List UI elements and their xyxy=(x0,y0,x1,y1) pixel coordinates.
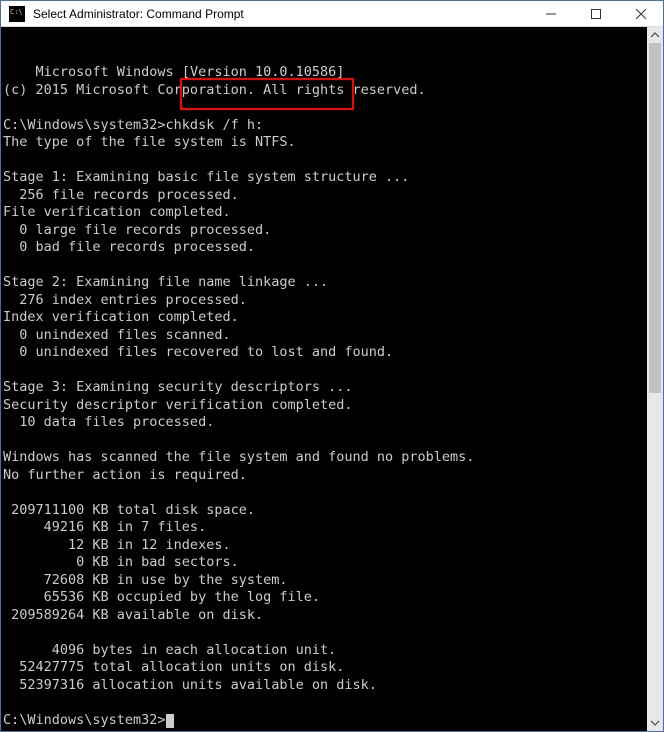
vertical-scrollbar[interactable] xyxy=(647,27,663,731)
cmd-icon xyxy=(9,6,25,22)
command-prompt-window: Select Administrator: Command Prompt Mic… xyxy=(0,0,664,732)
close-button[interactable] xyxy=(618,1,663,26)
terminal-output[interactable]: Microsoft Windows [Version 10.0.10586] (… xyxy=(1,27,647,731)
terminal-area: Microsoft Windows [Version 10.0.10586] (… xyxy=(1,27,663,731)
window-title: Select Administrator: Command Prompt xyxy=(33,7,528,21)
titlebar[interactable]: Select Administrator: Command Prompt xyxy=(1,1,663,27)
scroll-up-arrow[interactable] xyxy=(647,27,663,43)
scroll-down-arrow[interactable] xyxy=(647,715,663,731)
text-cursor xyxy=(166,714,174,728)
minimize-button[interactable] xyxy=(528,1,573,26)
window-controls xyxy=(528,1,663,26)
scroll-thumb[interactable] xyxy=(649,43,661,393)
maximize-button[interactable] xyxy=(573,1,618,26)
